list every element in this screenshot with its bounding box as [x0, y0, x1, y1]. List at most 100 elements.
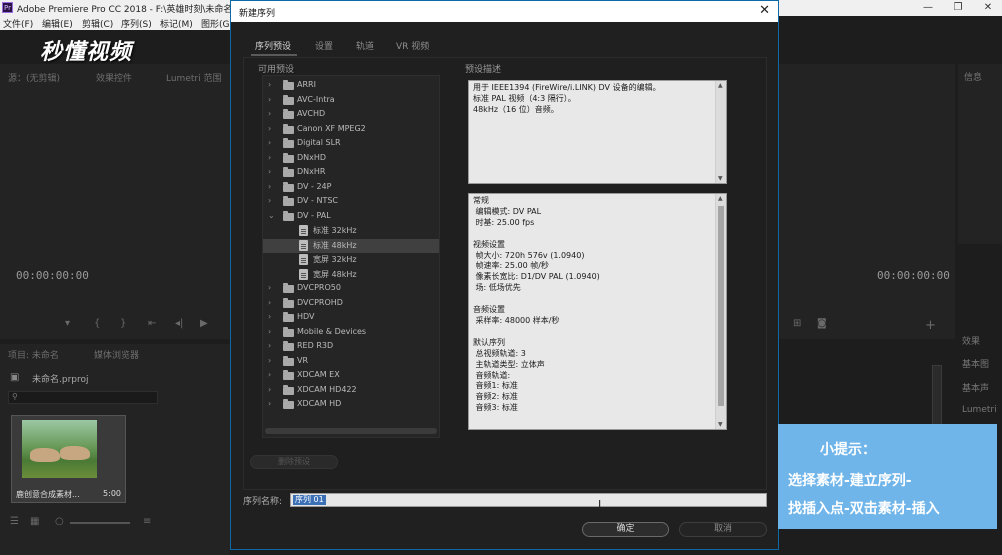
sort-icon[interactable]: ≡: [143, 516, 151, 527]
tab-info[interactable]: 信息: [964, 70, 982, 83]
preset-folder[interactable]: › DV - NTSC: [263, 195, 439, 209]
preset-folder[interactable]: › DNxHD: [263, 152, 439, 166]
chevron-right-icon[interactable]: ›: [268, 182, 271, 191]
cancel-button[interactable]: 取消: [679, 522, 767, 537]
preset-folder[interactable]: › XDCAM HD422: [263, 384, 439, 398]
panel-essential-sound[interactable]: 基本声: [962, 381, 989, 394]
sequence-name-input[interactable]: 序列 01: [290, 493, 767, 507]
preset-folder[interactable]: › RED R3D: [263, 340, 439, 354]
preset-folder[interactable]: › Digital SLR: [263, 137, 439, 151]
preset-description-box: 用于 IEEE1394 (FireWire/i.LINK) DV 设备的编辑。 …: [468, 80, 727, 184]
menu-graphics[interactable]: 图形(G: [201, 17, 230, 30]
list-view-icon[interactable]: ☰: [10, 516, 19, 527]
chevron-right-icon[interactable]: ›: [268, 399, 271, 408]
tab-vr-video[interactable]: VR 视频: [396, 39, 429, 52]
chevron-right-icon[interactable]: ›: [268, 153, 271, 162]
preset-file-icon: [299, 239, 308, 251]
preset-item[interactable]: 宽屏 48kHz: [263, 268, 439, 282]
zoom-slider[interactable]: [70, 522, 130, 524]
tree-horizontal-scrollbar[interactable]: [265, 428, 437, 434]
chevron-right-icon[interactable]: ›: [268, 95, 271, 104]
panel-essential-graphics[interactable]: 基本图: [962, 357, 989, 370]
tab-source[interactable]: 源：(无剪辑): [8, 71, 60, 84]
chevron-right-icon[interactable]: ›: [268, 283, 271, 292]
panel-lumetri[interactable]: Lumetri: [962, 405, 997, 415]
icon-view-icon[interactable]: ▦: [30, 516, 39, 527]
chevron-right-icon[interactable]: ›: [268, 356, 271, 365]
preset-folder[interactable]: › ARRI: [263, 79, 439, 93]
preset-tree[interactable]: › ARRI › AVC-Intra › AVCHD › Canon XF MPEG2 › Dig…: [262, 75, 440, 438]
chevron-right-icon[interactable]: ›: [268, 341, 271, 350]
add-button-icon[interactable]: +: [925, 318, 936, 333]
preset-folder[interactable]: › Mobile & Devices: [263, 326, 439, 340]
preset-item[interactable]: 标准 48kHz: [263, 238, 439, 253]
menu-clip[interactable]: 剪辑(C): [82, 17, 113, 30]
preset-folder[interactable]: › Canon XF MPEG2: [263, 123, 439, 137]
preset-details-box: 常规 编辑模式: DV PAL 时基: 25.00 fps 视频设置 帧大小: …: [468, 193, 727, 430]
description-scrollbar[interactable]: ▲ ▼: [715, 81, 726, 183]
tab-settings[interactable]: 设置: [315, 39, 333, 52]
tab-media-browser[interactable]: 媒体浏览器: [94, 348, 139, 361]
scroll-down-icon[interactable]: ▼: [718, 175, 723, 182]
preset-folder[interactable]: › VR: [263, 355, 439, 369]
camera-icon[interactable]: ◙: [817, 318, 827, 329]
scroll-up-icon[interactable]: ▲: [718, 82, 723, 89]
menu-marker[interactable]: 标记(M): [160, 17, 193, 30]
mark-in-icon[interactable]: {: [94, 318, 100, 329]
step-back-icon[interactable]: ◂|: [175, 318, 183, 329]
details-scrollbar[interactable]: ▲ ▼: [715, 194, 726, 429]
zoom-out-icon[interactable]: ○: [55, 516, 64, 527]
preset-item[interactable]: 标准 32kHz: [263, 224, 439, 238]
program-timecode[interactable]: 00:00:00:00: [877, 269, 950, 282]
chevron-right-icon[interactable]: ›: [268, 80, 271, 89]
tab-effect-controls[interactable]: 效果控件: [96, 71, 132, 84]
minimize-button[interactable]: —: [918, 0, 938, 16]
panel-effects[interactable]: 效果: [962, 334, 980, 347]
scroll-thumb[interactable]: [718, 206, 724, 406]
preset-folder[interactable]: › DVCPRO50: [263, 282, 439, 296]
menu-sequence[interactable]: 序列(S): [121, 17, 152, 30]
project-search-input[interactable]: ⚲: [8, 391, 158, 404]
preset-folder[interactable]: › AVCHD: [263, 108, 439, 122]
preset-folder[interactable]: › XDCAM HD: [263, 398, 439, 412]
tab-sequence-presets[interactable]: 序列预设: [255, 39, 291, 52]
restore-button[interactable]: ❐: [948, 0, 968, 16]
ok-button[interactable]: 确定: [582, 522, 669, 537]
preset-folder[interactable]: › DV - 24P: [263, 181, 439, 195]
chevron-right-icon[interactable]: ›: [268, 196, 271, 205]
preset-folder[interactable]: › XDCAM EX: [263, 369, 439, 383]
scroll-down-icon[interactable]: ▼: [718, 421, 723, 428]
preset-folder[interactable]: › DNxHR: [263, 166, 439, 180]
chevron-right-icon[interactable]: ›: [268, 109, 271, 118]
clip-thumbnail[interactable]: 鹿创意合成素材... 5:00: [11, 415, 126, 503]
chevron-right-icon[interactable]: ›: [268, 370, 271, 379]
menu-file[interactable]: 文件(F): [3, 17, 33, 30]
mark-out-icon[interactable]: }: [120, 318, 126, 329]
preset-item[interactable]: 宽屏 32kHz: [263, 253, 439, 267]
marker-icon[interactable]: ▾: [65, 318, 70, 329]
play-icon[interactable]: ▶: [200, 318, 208, 329]
chevron-down-icon[interactable]: ⌄: [268, 211, 275, 220]
close-icon[interactable]: ✕: [759, 3, 770, 18]
tab-lumetri-scopes[interactable]: Lumetri 范围: [166, 71, 221, 84]
chevron-right-icon[interactable]: ›: [268, 312, 271, 321]
chevron-right-icon[interactable]: ›: [268, 298, 271, 307]
delete-preset-button[interactable]: 删除预设: [250, 455, 338, 469]
chevron-right-icon[interactable]: ›: [268, 385, 271, 394]
preset-folder[interactable]: › AVC-Intra: [263, 94, 439, 108]
scroll-up-icon[interactable]: ▲: [718, 195, 723, 202]
chevron-right-icon[interactable]: ›: [268, 167, 271, 176]
go-to-in-icon[interactable]: ⇤: [148, 318, 156, 329]
chevron-right-icon[interactable]: ›: [268, 138, 271, 147]
tab-tracks[interactable]: 轨道: [356, 39, 374, 52]
chevron-right-icon[interactable]: ›: [268, 327, 271, 336]
source-timecode[interactable]: 00:00:00:00: [16, 269, 89, 282]
preset-folder[interactable]: › DVCPROHD: [263, 297, 439, 311]
tab-project[interactable]: 项目: 未命名: [8, 348, 59, 361]
lift-icon[interactable]: ⊞: [793, 318, 801, 329]
menu-edit[interactable]: 编辑(E): [42, 17, 73, 30]
preset-folder[interactable]: › HDV: [263, 311, 439, 325]
chevron-right-icon[interactable]: ›: [268, 124, 271, 133]
preset-folder[interactable]: ⌄ DV - PAL: [263, 210, 439, 224]
close-app-button[interactable]: ✕: [978, 0, 998, 16]
